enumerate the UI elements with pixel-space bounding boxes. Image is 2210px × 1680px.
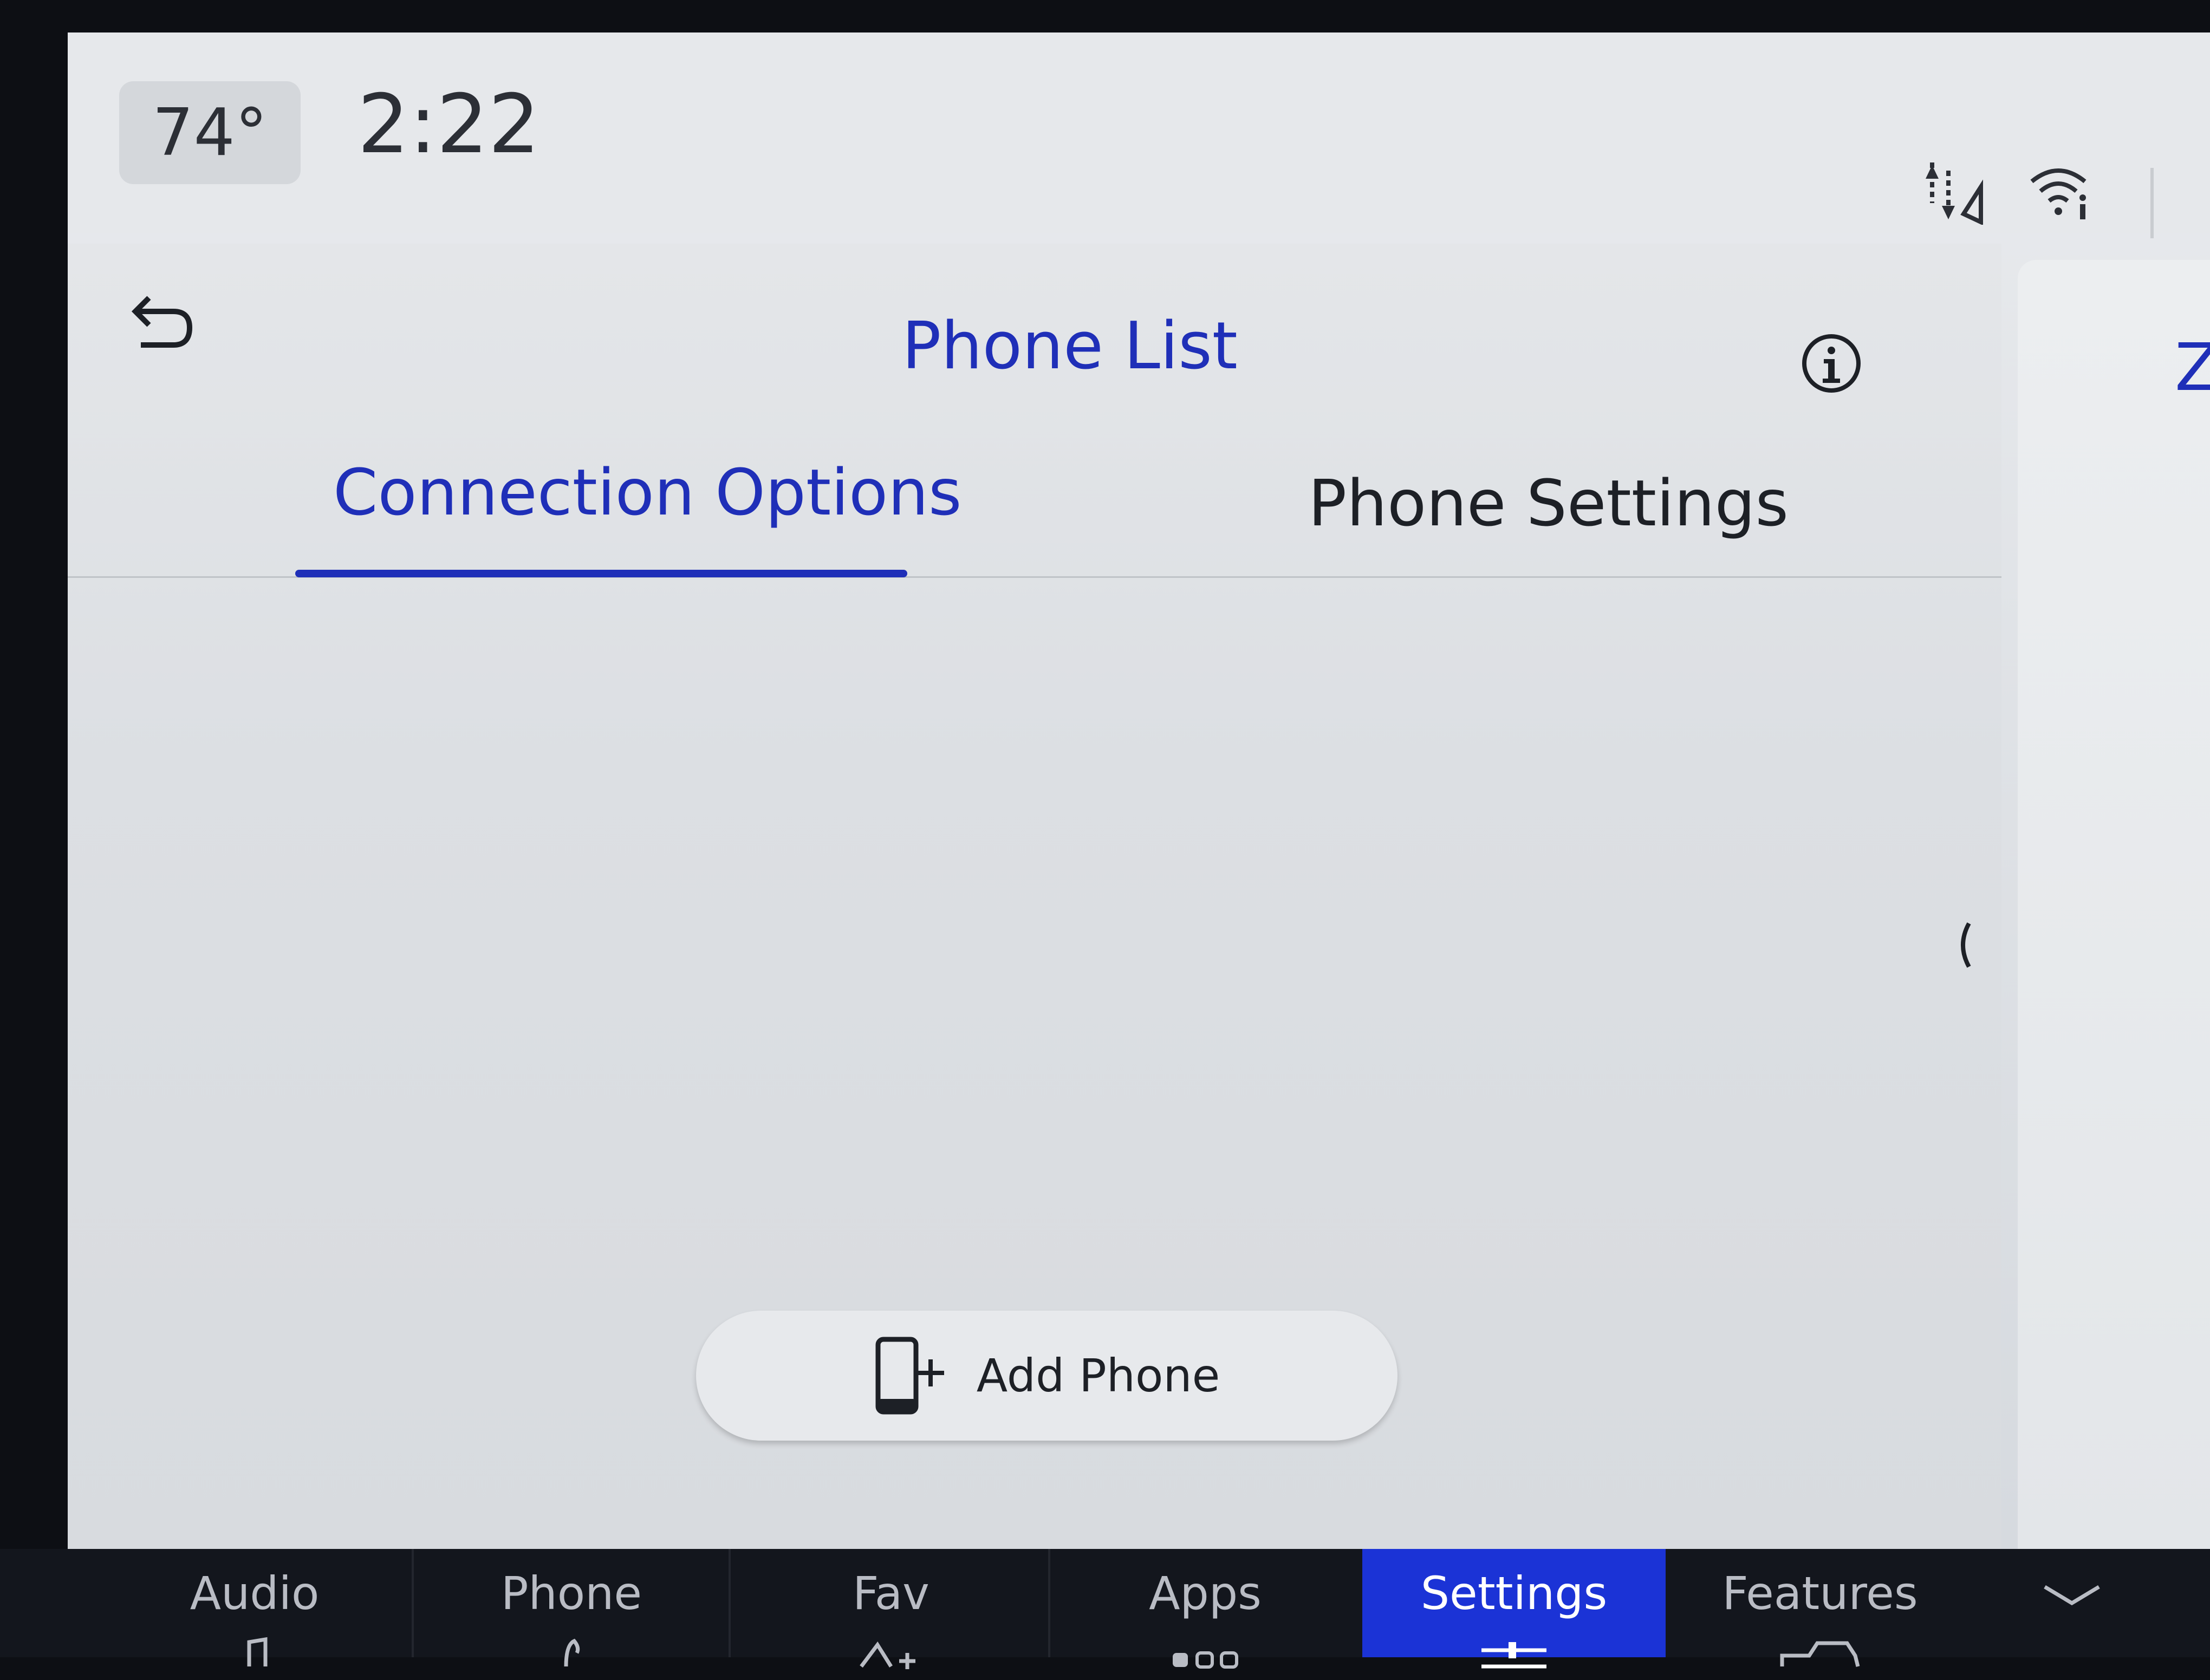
nav-audio-label: Audio	[190, 1567, 320, 1620]
temperature-button[interactable]: 74°	[119, 81, 301, 184]
clock: 2:22	[358, 77, 540, 172]
data-transfer-icon	[1920, 160, 1985, 227]
active-tab-indicator	[295, 570, 907, 577]
nav-divider	[1048, 1549, 1050, 1657]
info-button[interactable]	[1801, 333, 1862, 394]
side-panel-title: Zo	[2175, 330, 2210, 406]
bottom-navigation: Audio Phone Fav Apps Settings Features	[0, 1549, 2210, 1669]
nav-divider	[412, 1549, 414, 1657]
chevron-left-icon	[1961, 922, 1971, 968]
nav-settings[interactable]: Settings	[1362, 1549, 1666, 1669]
sliders-icon	[1479, 1627, 1549, 1680]
add-phone-button[interactable]: Add Phone	[696, 1311, 1398, 1441]
nav-apps-label: Apps	[1149, 1567, 1262, 1620]
truck-icon	[1777, 1627, 1863, 1680]
nav-phone-label: Phone	[500, 1567, 642, 1620]
nav-phone[interactable]: Phone	[420, 1549, 723, 1667]
phone-list-panel: Phone List Connection Options Phone Sett…	[68, 244, 2001, 1549]
side-panel-header: Zo	[2018, 260, 2210, 477]
apps-dots-icon	[1170, 1627, 1240, 1680]
temperature-value: 74°	[152, 95, 268, 171]
music-note-icon	[233, 1627, 276, 1680]
phone-icon	[550, 1627, 593, 1680]
status-divider	[2150, 168, 2154, 238]
star-add-icon	[859, 1627, 924, 1680]
nav-features-label: Features	[1722, 1567, 1918, 1620]
nav-audio[interactable]: Audio	[103, 1549, 406, 1666]
add-phone-label: Add Phone	[976, 1349, 1220, 1402]
nav-apps[interactable]: Apps	[1054, 1549, 1357, 1669]
nav-fav[interactable]: Fav	[739, 1549, 1043, 1669]
wifi-info-icon	[2029, 160, 2094, 222]
status-bar: 74° 2:22	[68, 32, 2210, 238]
back-arrow-icon	[131, 296, 193, 348]
info-icon	[1802, 334, 1861, 393]
chevron-down-icon	[2044, 1585, 2100, 1606]
tab-phone-settings[interactable]: Phone Settings	[1308, 471, 1789, 535]
tab-connection-options[interactable]: Connection Options	[333, 460, 961, 524]
nav-settings-label: Settings	[1420, 1567, 1608, 1620]
side-panel-toggle[interactable]	[1953, 921, 1974, 969]
page-title: Phone List	[902, 309, 1238, 384]
add-phone-icon	[875, 1337, 944, 1415]
nav-divider	[729, 1549, 731, 1657]
side-panel[interactable]: Zo	[2018, 260, 2210, 1549]
infotainment-screen: 74° 2:22 Phone List Connection Options P…	[68, 32, 2210, 1549]
back-button[interactable]	[125, 295, 195, 355]
nav-fav-label: Fav	[853, 1567, 929, 1620]
nav-expand-button[interactable]	[2042, 1581, 2102, 1609]
nav-features[interactable]: Features	[1668, 1549, 1972, 1667]
